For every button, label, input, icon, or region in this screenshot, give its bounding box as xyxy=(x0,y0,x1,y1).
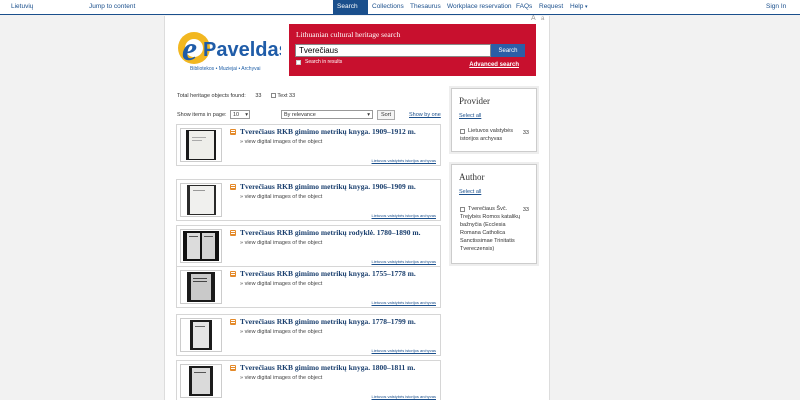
nav-workplace-reservation[interactable]: Workplace reservation xyxy=(447,0,512,14)
result-item: Tverečiaus RKB gimimo metrikų knyga. 180… xyxy=(176,360,441,400)
nav-collections[interactable]: Collections xyxy=(372,0,404,14)
result-item: Tverečiaus RKB gimimo metrikų knyga. 190… xyxy=(176,124,441,166)
author-facet: Author Select all Tverečiaus Švč. Trejyb… xyxy=(451,164,537,264)
document-type-icon xyxy=(230,271,236,277)
skip-to-content-link[interactable]: Jump to content xyxy=(89,0,135,14)
show-items-label: Show items in page: xyxy=(177,112,227,118)
result-source-link[interactable]: Lietuvos valstybės istorijos archyvas xyxy=(372,158,436,163)
sort-button[interactable]: Sort xyxy=(377,110,395,120)
items-per-page-select[interactable]: 10 ▾ xyxy=(230,110,250,119)
result-source-link[interactable]: Lietuvos valstybės istorijos archyvas xyxy=(372,394,436,399)
result-source-link[interactable]: Lietuvos valstybės istorijos archyvas xyxy=(372,259,436,264)
result-source-link[interactable]: Lietuvos valstybės istorijos archyvas xyxy=(372,300,436,305)
author-filter-count: 33 xyxy=(522,207,529,213)
view-digital-images-link[interactable]: » view digital images of the object xyxy=(240,281,322,287)
result-item: Tverečiaus RKB gimimo metrikų knyga. 177… xyxy=(176,314,441,356)
show-by-one-link[interactable]: Show by one xyxy=(409,112,441,118)
provider-filter-count: 33 xyxy=(522,130,529,136)
search-panel: Lithuanian cultural heritage search Sear… xyxy=(289,24,536,76)
chevron-down-icon: ▾ xyxy=(245,112,248,118)
nav-search[interactable]: Search xyxy=(333,0,368,14)
result-title-link[interactable]: Tverečiaus RKB gimimo metrikų knyga. 177… xyxy=(240,317,416,326)
result-thumbnail[interactable] xyxy=(180,128,222,162)
result-thumbnail[interactable] xyxy=(180,183,222,217)
nav-faqs[interactable]: FAQs xyxy=(516,0,532,14)
result-item: Tverečiaus RKB gimimo metrikų rodyklė. 1… xyxy=(176,225,441,267)
logo-word: Paveldas xyxy=(203,39,281,61)
search-in-results-checkbox[interactable] xyxy=(296,60,301,65)
view-digital-images-link[interactable]: » view digital images of the object xyxy=(240,139,322,145)
result-title-link[interactable]: Tverečiaus RKB gimimo metrikų knyga. 190… xyxy=(240,182,416,191)
document-type-icon xyxy=(230,230,236,236)
nav-request[interactable]: Request xyxy=(539,0,563,14)
view-digital-images-link[interactable]: » view digital images of the object xyxy=(240,240,322,246)
result-title-link[interactable]: Tverečiaus RKB gimimo metrikų rodyklė. 1… xyxy=(240,228,421,237)
document-type-icon xyxy=(230,319,236,325)
text-filter-label: Text 33 xyxy=(277,93,296,99)
result-title-link[interactable]: Tverečiaus RKB gimimo metrikų knyga. 190… xyxy=(240,127,416,136)
sign-in-link[interactable]: Sign In xyxy=(766,0,786,14)
text-filter-checkbox[interactable] xyxy=(270,93,276,99)
advanced-search-link[interactable]: Advanced search xyxy=(469,62,519,68)
document-type-icon xyxy=(230,184,236,190)
result-thumbnail[interactable] xyxy=(180,318,222,352)
found-count: 33 xyxy=(255,93,262,99)
author-filter-label: Tverečiaus Švč. Trejybės Romos katalikų … xyxy=(460,206,521,252)
sort-by-value: By relevance xyxy=(284,112,316,118)
chevron-down-icon: ▾ xyxy=(367,112,370,118)
result-source-link[interactable]: Lietuvos valstybės istorijos archyvas xyxy=(372,213,436,218)
author-facet-heading: Author xyxy=(459,172,485,182)
found-label: Total heritage objects found: xyxy=(177,93,246,99)
view-digital-images-link[interactable]: » view digital images of the object xyxy=(240,329,322,335)
result-item: Tverečiaus RKB gimimo metrikų knyga. 175… xyxy=(176,266,441,308)
results-summary: Total heritage objects found: 33 Text 33 xyxy=(177,93,295,99)
search-input[interactable] xyxy=(295,44,491,57)
author-select-all-link[interactable]: Select all xyxy=(459,189,481,195)
result-item: Tverečiaus RKB gimimo metrikų knyga. 190… xyxy=(176,179,441,221)
top-navigation-bar: Lietuvių Jump to content Search Collecti… xyxy=(0,0,800,15)
nav-help[interactable]: Help xyxy=(570,0,583,14)
provider-facet-heading: Provider xyxy=(459,96,490,106)
help-chevron-down-icon[interactable]: ▾ xyxy=(585,0,588,14)
view-digital-images-link[interactable]: » view digital images of the object xyxy=(240,375,322,381)
search-panel-title: Lithuanian cultural heritage search xyxy=(296,30,401,39)
sort-by-select[interactable]: By relevance ▾ xyxy=(281,110,373,119)
document-type-icon xyxy=(230,129,236,135)
items-per-page-value: 10 xyxy=(233,112,240,118)
result-source-link[interactable]: Lietuvos valstybės istorijos archyvas xyxy=(372,348,436,353)
increase-font-size-button[interactable]: A xyxy=(531,15,536,22)
provider-filter-label: Lietuvos valstybės istorijos archyvas xyxy=(460,128,513,142)
search-in-results-label: Search in results xyxy=(305,59,343,65)
provider-facet: Provider Select all Lietuvos valstybės i… xyxy=(451,88,537,152)
result-title-link[interactable]: Tverečiaus RKB gimimo metrikų knyga. 175… xyxy=(240,269,416,278)
logo-subtitle: Bibliotekos • Muziejai • Archyvai xyxy=(190,66,261,72)
result-title-link[interactable]: Tverečiaus RKB gimimo metrikų knyga. 180… xyxy=(240,363,415,372)
result-thumbnail[interactable] xyxy=(180,270,222,304)
language-switch-link[interactable]: Lietuvių xyxy=(11,0,33,14)
provider-select-all-link[interactable]: Select all xyxy=(459,113,481,119)
nav-thesaurus[interactable]: Thesaurus xyxy=(410,0,441,14)
document-type-icon xyxy=(230,365,236,371)
view-digital-images-link[interactable]: » view digital images of the object xyxy=(240,194,322,200)
search-button[interactable]: Search xyxy=(491,44,525,57)
decrease-font-size-button[interactable]: a xyxy=(541,16,544,22)
result-thumbnail[interactable] xyxy=(180,364,222,398)
logo-letter: e xyxy=(182,31,197,68)
result-thumbnail[interactable] xyxy=(180,229,222,263)
